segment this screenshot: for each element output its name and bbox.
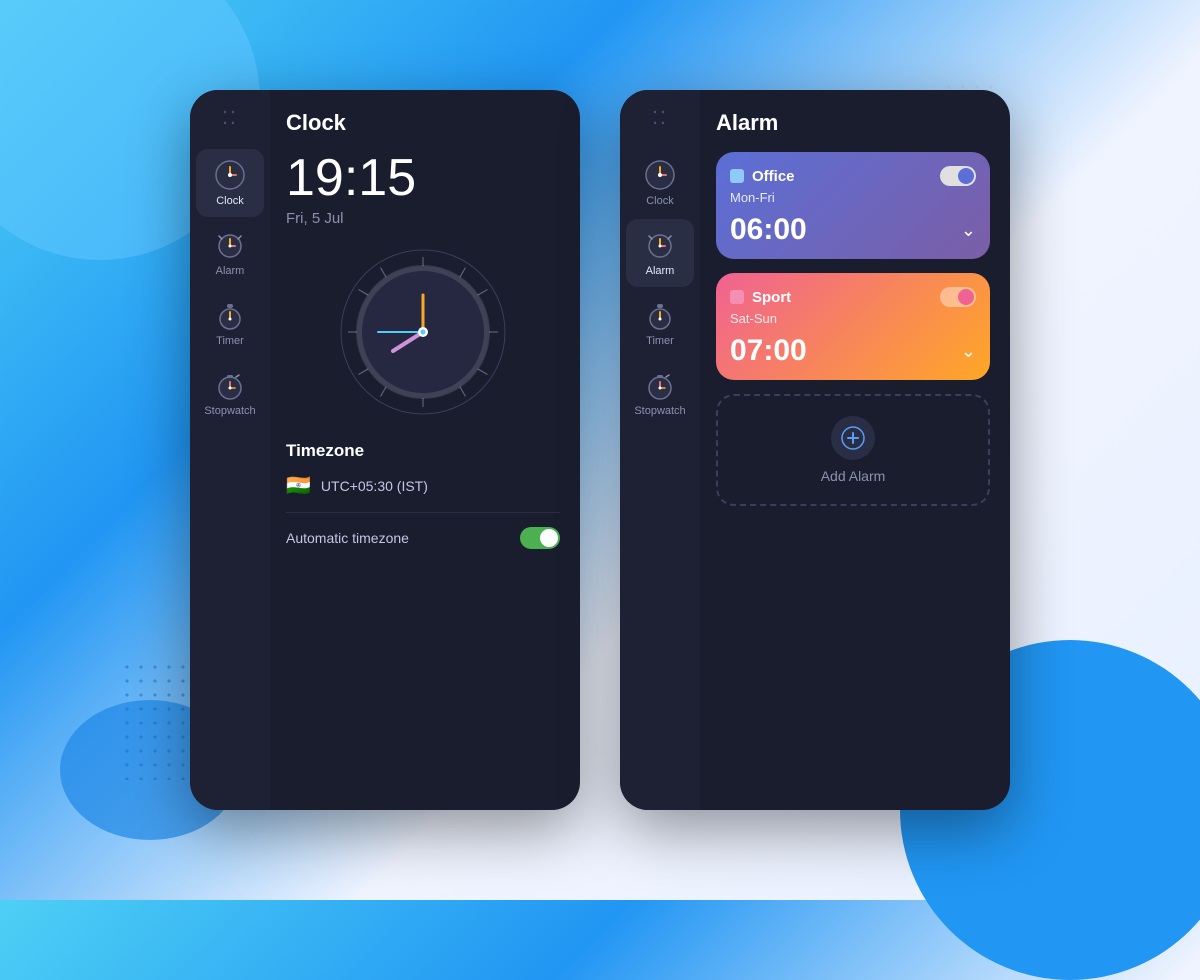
timezone-section-title: Timezone [286,441,560,461]
alarm-days-sport: Sat-Sun [730,311,976,326]
phone-alarm: ⁚⁚ Clock Alarm [620,90,1010,810]
timezone-row: 🇮🇳 UTC+05:30 (IST) [286,473,560,498]
alarm-chevron-sport[interactable]: ⌄ [961,341,976,362]
clock-svg [338,247,508,417]
timezone-flag: 🇮🇳 [286,473,311,498]
alarm-name-row-sport: Sport [730,289,791,306]
date-display: Fri, 5 Jul [286,210,560,227]
alarm-screen-title: Alarm [716,110,990,136]
drag-handle: ⁚⁚ [222,108,237,129]
clock-main-content: Clock 19:15 Fri, 5 Jul [270,90,580,810]
sidebar-item-clock[interactable]: Clock [196,149,264,217]
alarm-days-office: Mon-Fri [730,190,976,205]
sidebar-item-stopwatch[interactable]: Stopwatch [196,359,264,427]
toggle-knob [540,529,558,547]
add-alarm-label: Add Alarm [821,468,886,484]
sidebar-item-stopwatch-2[interactable]: Stopwatch [626,359,694,427]
sidebar-right: ⁚⁚ Clock Alarm [620,90,700,810]
drag-handle-2: ⁚⁚ [652,108,667,129]
sidebar-item-timer-2[interactable]: Timer [626,289,694,357]
sidebar-item-timer[interactable]: Timer [196,289,264,357]
alarm-icon [214,229,246,261]
toggle-sm-knob-office [958,168,974,184]
sidebar-item-clock-2[interactable]: Clock [626,149,694,217]
auto-timezone-toggle[interactable] [520,527,560,549]
add-alarm-icon [831,416,875,460]
alarm-name-sport: Sport [752,289,791,306]
toggle-sm-knob-sport [958,289,974,305]
sidebar-timer-label-2: Timer [646,335,674,347]
sidebar-stopwatch-label-2: Stopwatch [634,405,685,417]
stopwatch-icon [214,369,246,401]
sidebar-left: ⁚⁚ Clock Alarm [190,90,270,810]
clock-screen-title: Clock [286,110,560,136]
alarm-time-row-office: 06:00 ⌄ [730,213,976,247]
time-display: 19:15 [286,152,560,204]
auto-timezone-label: Automatic timezone [286,530,409,546]
alarm-card-sport[interactable]: Sport Sat-Sun 07:00 ⌄ [716,273,990,380]
alarm-name-office: Office [752,168,795,185]
analog-clock [338,247,508,417]
sidebar-clock-label-2: Clock [646,195,674,207]
alarm-chevron-office[interactable]: ⌄ [961,220,976,241]
timezone-value: UTC+05:30 (IST) [321,478,428,494]
alarm-time-sport: 07:00 [730,334,807,368]
alarm-header-office: Office [730,166,976,186]
sidebar-stopwatch-label: Stopwatch [204,405,255,417]
alarm-main-content: Alarm Office Mon-Fri 06:00 ⌄ [700,90,1010,810]
analog-clock-wrap [286,247,560,417]
alarm-icon-2 [644,229,676,261]
plus-icon [841,426,865,450]
alarm-time-office: 06:00 [730,213,807,247]
alarm-time-row-sport: 07:00 ⌄ [730,334,976,368]
alarm-name-row-office: Office [730,168,795,185]
alarm-header-sport: Sport [730,287,976,307]
alarm-toggle-sport[interactable] [940,287,976,307]
alarm-dot-office [730,169,744,183]
add-alarm-button[interactable]: Add Alarm [716,394,990,506]
sidebar-item-alarm[interactable]: Alarm [196,219,264,287]
sidebar-item-alarm-2[interactable]: Alarm [626,219,694,287]
stopwatch-icon-2 [644,369,676,401]
sidebar-timer-label: Timer [216,335,244,347]
divider [286,512,560,513]
phone-clock: ⁚⁚ Clock Alarm [190,90,580,810]
auto-timezone-row: Automatic timezone [286,527,560,549]
alarm-dot-sport [730,290,744,304]
timer-icon-2 [644,299,676,331]
sidebar-alarm-label-2: Alarm [646,265,675,277]
clock-icon-2 [644,159,676,191]
alarm-card-office[interactable]: Office Mon-Fri 06:00 ⌄ [716,152,990,259]
sidebar-alarm-label: Alarm [216,265,245,277]
sidebar-clock-label: Clock [216,195,244,207]
alarm-toggle-office[interactable] [940,166,976,186]
timer-icon [214,299,246,331]
clock-icon [214,159,246,191]
